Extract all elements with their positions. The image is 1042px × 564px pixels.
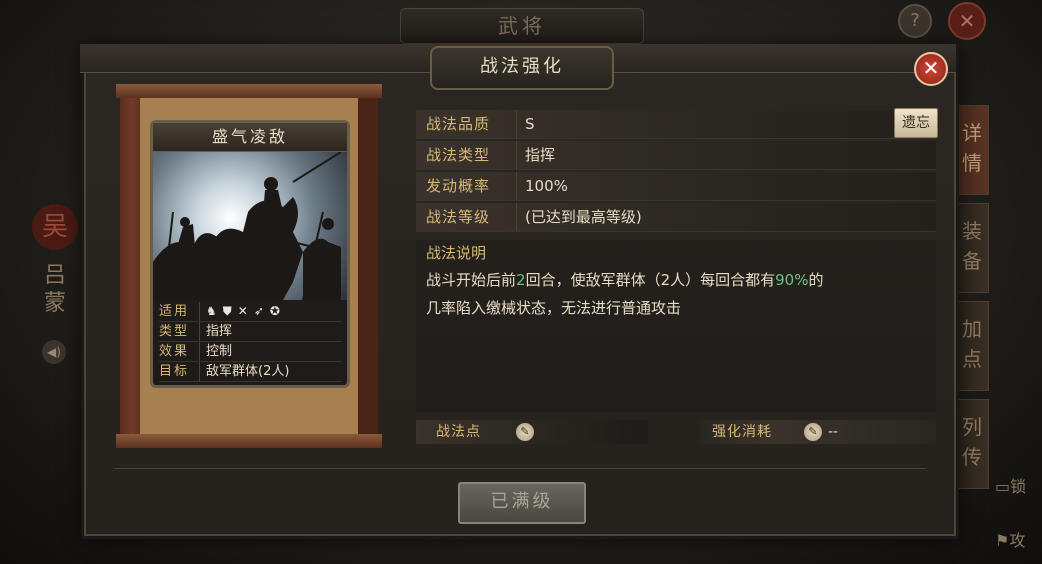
prop-label: 战法等级 (416, 203, 517, 231)
upgrade-cost: 强化消耗 ✎ -- (700, 420, 936, 444)
tactic-art-image (153, 152, 347, 300)
tactic-description: 战法说明 战斗开始后前2回合，使敌军群体（2人）每回合都有90%的 几率陷入缴械… (416, 240, 936, 412)
flag-icon: ⚑ (995, 531, 1010, 550)
card-row-target: 目标 敌军群体(2人) (159, 362, 341, 382)
divider (114, 468, 926, 469)
general-name: 吕蒙 (44, 263, 67, 316)
tactic-properties: 战法品质 S 战法类型 指挥 发动概率 100% 战法等级 (已达到最高等级) (416, 110, 936, 234)
effect-label: 效果 (159, 344, 190, 359)
target-value: 敌军群体(2人) (199, 362, 289, 381)
prop-trigger-rate: 发动概率 100% (416, 172, 936, 201)
bow-icon: ✕ (237, 304, 248, 318)
prop-type: 战法类型 指挥 (416, 141, 936, 170)
cost-value: -- (828, 424, 839, 440)
prop-label: 发动概率 (416, 172, 517, 200)
tab-biography[interactable]: 列传 (955, 399, 989, 489)
tactic-points: 战法点 ✎ (416, 420, 648, 444)
prop-value: 指挥 (525, 146, 556, 164)
siege-icon: ✪ (269, 304, 280, 318)
forget-button[interactable]: 遗忘 (894, 108, 938, 138)
tab-points[interactable]: 加点 (955, 301, 989, 391)
card-row-suitable: 适用 ♞ ⛊ ✕ ➶ ✪ (159, 302, 341, 322)
side-tabs: 详情 装备 加点 列传 (955, 105, 990, 497)
description-title: 战法说明 (426, 244, 487, 262)
dialog-title: 战法强化 (430, 46, 614, 90)
prop-value: S (525, 115, 535, 133)
spear-icon: ➶ (253, 304, 264, 318)
battle-silhouette (153, 152, 342, 300)
tab-details[interactable]: 详情 (955, 105, 989, 195)
points-label: 战法点 (436, 424, 481, 440)
prop-value: 100% (525, 177, 568, 195)
tactic-upgrade-dialog: 战法强化 ✕ 盛气凌敌 适用 ♞ ⛊ ✕ ➶ ✪ 类型 指挥 效果 控制 目标 … (80, 44, 956, 536)
bottom-info-bar: 战法点 ✎ 强化消耗 ✎ -- (416, 420, 936, 444)
suitable-label: 适用 (159, 304, 190, 319)
tactic-card-title: 盛气凌敌 (153, 123, 347, 152)
highlight-rate: 90% (775, 271, 809, 289)
help-icon[interactable]: ? (898, 4, 932, 38)
close-button[interactable]: ✕ (914, 52, 948, 86)
type-label: 类型 (159, 324, 190, 339)
cavalry-icon: ♞ (206, 304, 217, 318)
tactic-card: 盛气凌敌 适用 ♞ ⛊ ✕ ➶ ✪ 类型 指挥 效果 控制 目标 敌军群体(2人… (150, 120, 350, 388)
background-title: 武将 (400, 8, 644, 44)
prop-label: 战法品质 (416, 110, 517, 138)
unit-type-icons: ♞ ⛊ ✕ ➶ ✪ (199, 302, 280, 321)
cost-label: 强化消耗 (712, 424, 772, 440)
prop-quality: 战法品质 S (416, 110, 936, 139)
max-level-button[interactable]: 已满级 (458, 482, 586, 524)
quill-icon: ✎ (804, 423, 822, 441)
target-label: 目标 (159, 364, 190, 379)
background-close-button[interactable]: ✕ (948, 2, 986, 40)
effect-value: 控制 (199, 342, 232, 361)
tab-equipment[interactable]: 装备 (955, 203, 989, 293)
lock-button[interactable]: ▭锁 (995, 473, 1026, 497)
description-text: 战斗开始后前2回合，使敌军群体（2人）每回合都有90%的 几率陷入缴械状态，无法… (426, 271, 824, 317)
attack-label: 攻 (1009, 531, 1026, 550)
sound-icon[interactable]: ◀) (42, 340, 66, 364)
faction-badge: 吴 (32, 204, 78, 250)
attack-button[interactable]: ⚑攻 (995, 527, 1025, 551)
lock-label: 锁 (1010, 477, 1027, 496)
shield-icon: ⛊ (222, 304, 232, 318)
highlight-rounds: 2 (516, 271, 526, 289)
prop-value: (已达到最高等级) (525, 208, 642, 226)
card-row-type: 类型 指挥 (159, 322, 341, 342)
card-row-effect: 效果 控制 (159, 342, 341, 362)
quill-icon: ✎ (516, 423, 534, 441)
lock-icon: ▭ (995, 477, 1011, 496)
prop-label: 战法类型 (416, 141, 517, 169)
prop-level: 战法等级 (已达到最高等级) (416, 203, 936, 232)
type-value: 指挥 (199, 322, 232, 341)
